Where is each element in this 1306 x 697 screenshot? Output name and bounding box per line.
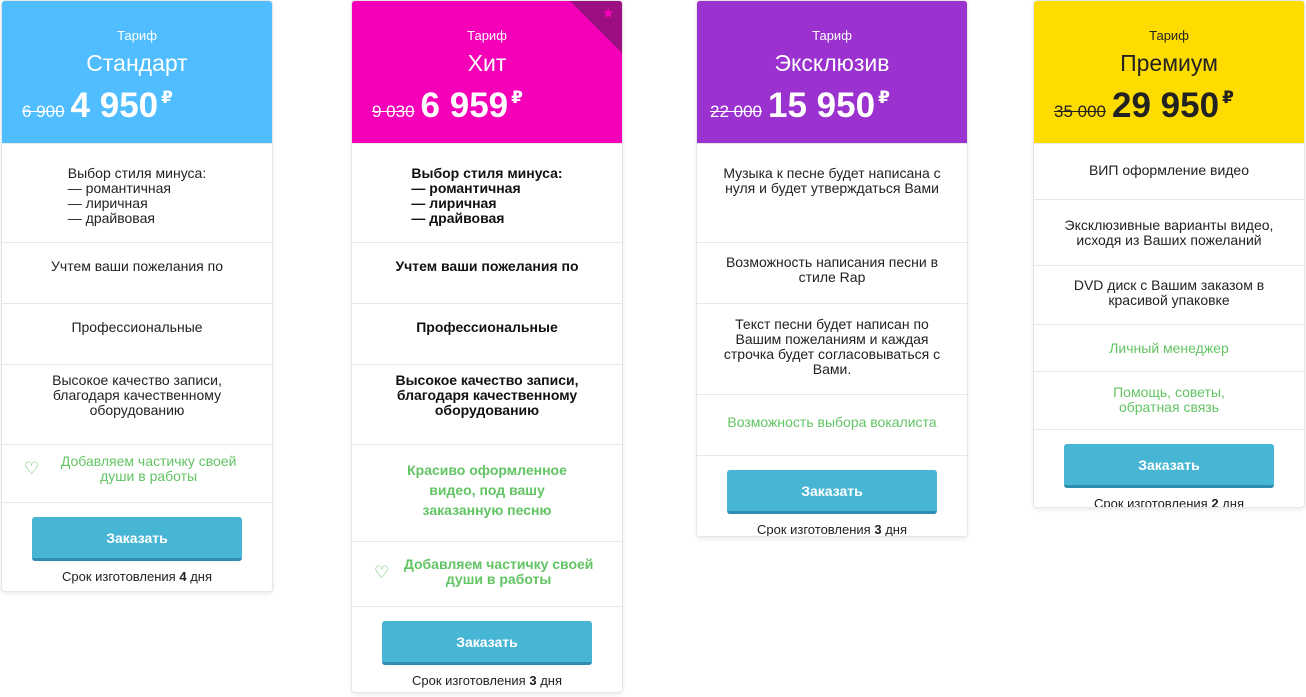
feature-text: Профессиональные — [71, 318, 203, 335]
pricing-card-hit: ★ Тариф Хит 9 030 6 959 ₽ Выбор стиля мину… — [351, 0, 623, 693]
order-section: Заказать Срок изготовления 4 дня — [2, 502, 272, 584]
production-term: Срок изготовления 2 дня — [1034, 496, 1304, 508]
term-days: 3 — [529, 673, 537, 688]
feature-text: Добавляем частичку своей души в работы — [60, 452, 237, 484]
feature-row: Высокое качество записи, благодаря качес… — [2, 364, 272, 444]
feature-row-highlight: Красиво оформленное видео, под вашу зака… — [352, 444, 622, 541]
feature-text: Помощь, советы, обратная связь — [1113, 383, 1225, 415]
order-button[interactable]: Заказать — [727, 470, 937, 514]
card-header: Тариф Эксклюзив 22 000 15 950 ₽ — [697, 1, 967, 143]
term-days: 4 — [179, 569, 187, 584]
pricing-card-exclusive: Тариф Эксклюзив 22 000 15 950 ₽ Музыка к п… — [696, 0, 968, 537]
plan-name: Эксклюзив — [774, 50, 890, 76]
ruble-icon: ₽ — [1222, 88, 1234, 107]
card-header: Тариф Премиум 35 000 29 950 ₽ — [1034, 1, 1304, 143]
feature-text: Профессиональные — [416, 318, 558, 335]
feature-row: Учтем ваши пожелания по — [352, 242, 622, 303]
feature-row-highlight: Личный менеджер — [1034, 324, 1304, 371]
price-row: 22 000 15 950 ₽ — [710, 86, 890, 126]
feature-text: Возможность написания песни в стиле Rap — [725, 254, 939, 285]
production-term: Срок изготовления 3 дня — [352, 673, 622, 688]
price-row: 9 030 6 959 ₽ — [372, 86, 523, 126]
plan-name: Стандарт — [86, 50, 188, 76]
pricing-card-standard: Тариф Стандарт 6 900 4 950 ₽ Выбор стиля м… — [1, 0, 273, 592]
price-row: 35 000 29 950 ₽ — [1054, 86, 1234, 126]
feature-row: Текст песни будет написан по Вашим пожел… — [697, 303, 967, 394]
feature-row-highlight: ♡ Добавляем частичку своей души в работы — [352, 541, 622, 606]
feature-row: DVD диск с Вашим заказом в красивой упак… — [1034, 265, 1304, 324]
feature-row: Профессиональные — [2, 303, 272, 364]
term-prefix: Срок изготовления — [1093, 496, 1208, 508]
pricing-card-premium: Тариф Премиум 35 000 29 950 ₽ ВИП оформлен… — [1033, 0, 1305, 508]
order-section: Заказать Срок изготовления 3 дня — [352, 606, 622, 688]
feature-row: Эксклюзивные варианты видео, исходя из В… — [1034, 199, 1304, 265]
term-suffix: дня — [885, 522, 907, 537]
order-section: Заказать Срок изготовления 2 дня — [1034, 429, 1304, 508]
term-suffix: дня — [1222, 496, 1244, 508]
term-suffix: дня — [190, 569, 212, 584]
feature-text: Высокое качество записи, благодаря качес… — [395, 372, 579, 418]
plan-name: Премиум — [1120, 50, 1218, 76]
term-days: 2 — [1211, 496, 1219, 508]
tariff-label: Тариф — [467, 28, 507, 43]
term-days: 3 — [874, 522, 882, 537]
tariff-label: Тариф — [812, 28, 852, 43]
feature-text: Личный менеджер — [1109, 339, 1229, 356]
feature-row: Выбор стиля минуса: — романтичная — лири… — [2, 143, 272, 242]
feature-text: Выбор стиля минуса: — романтичная — лири… — [67, 165, 207, 226]
new-price: 15 950 — [768, 86, 876, 125]
feature-row-highlight: Помощь, советы, обратная связь — [1034, 371, 1304, 429]
term-prefix: Срок изготовления — [411, 673, 526, 688]
term-prefix: Срок изготовления — [756, 522, 871, 537]
feature-text: Возможность выбора вокалиста — [727, 413, 937, 430]
feature-row: Профессиональные — [352, 303, 622, 364]
ruble-icon: ₽ — [878, 88, 890, 107]
feature-text: Текст песни будет написан по Вашим пожел… — [723, 316, 941, 377]
feature-text: Добавляем частичку своей души в работы — [403, 556, 594, 587]
order-button[interactable]: Заказать — [1064, 444, 1274, 488]
order-button[interactable]: Заказать — [382, 621, 592, 665]
new-price: 4 950 — [70, 86, 159, 125]
price-row: 6 900 4 950 ₽ — [22, 86, 173, 126]
card-header: Тариф Стандарт 6 900 4 950 ₽ — [2, 1, 272, 143]
old-price: 35 000 — [1054, 102, 1106, 121]
new-price: 6 959 — [420, 86, 509, 125]
feature-text: Учтем ваши пожелания по — [395, 257, 579, 274]
heart-icon: ♡ — [374, 562, 390, 582]
feature-text: Эксклюзивные варианты видео, исходя из В… — [1064, 216, 1274, 248]
feature-text: Высокое качество записи, благодаря качес… — [52, 372, 222, 418]
ruble-icon: ₽ — [511, 88, 523, 107]
feature-row: Музыка к песне будет написана с нуля и б… — [697, 143, 967, 242]
tariff-label: Тариф — [117, 28, 157, 43]
feature-row-highlight: Возможность выбора вокалиста — [697, 394, 967, 455]
feature-row: Возможность написания песни в стиле Rap — [697, 242, 967, 303]
feature-text: Красиво оформленное видео, под вашу зака… — [407, 462, 567, 518]
new-price: 29 950 — [1112, 86, 1220, 125]
production-term: Срок изготовления 3 дня — [697, 522, 967, 537]
ruble-icon: ₽ — [161, 88, 173, 107]
card-header: ★ Тариф Хит 9 030 6 959 ₽ — [352, 1, 622, 143]
tariff-label: Тариф — [1149, 28, 1189, 43]
feature-row-highlight: ♡ Добавляем частичку своей души в работы — [2, 444, 272, 502]
feature-text: Музыка к песне будет написана с нуля и б… — [723, 165, 941, 196]
production-term: Срок изготовления 4 дня — [2, 569, 272, 584]
old-price: 22 000 — [710, 102, 762, 121]
feature-row: Высокое качество записи, благодаря качес… — [352, 364, 622, 444]
feature-row: ВИП оформление видео — [1034, 143, 1304, 199]
old-price: 6 900 — [22, 102, 65, 121]
term-prefix: Срок изготовления — [61, 569, 176, 584]
feature-text: ВИП оформление видео — [1088, 162, 1250, 178]
star-icon: ★ — [601, 5, 615, 22]
feature-text: Выбор стиля минуса: — романтичная — лири… — [411, 165, 563, 226]
order-section: Заказать Срок изготовления 3 дня — [697, 455, 967, 537]
feature-row: Выбор стиля минуса: — романтичная — лири… — [352, 143, 622, 242]
old-price: 9 030 — [372, 102, 415, 121]
feature-text: DVD диск с Вашим заказом в красивой упак… — [1073, 277, 1265, 308]
order-button[interactable]: Заказать — [32, 517, 242, 561]
feature-row: Учтем ваши пожелания по — [2, 242, 272, 303]
heart-icon: ♡ — [24, 459, 40, 478]
term-suffix: дня — [540, 673, 562, 688]
feature-text: Учтем ваши пожелания по — [51, 257, 223, 274]
plan-name: Хит — [467, 50, 507, 76]
